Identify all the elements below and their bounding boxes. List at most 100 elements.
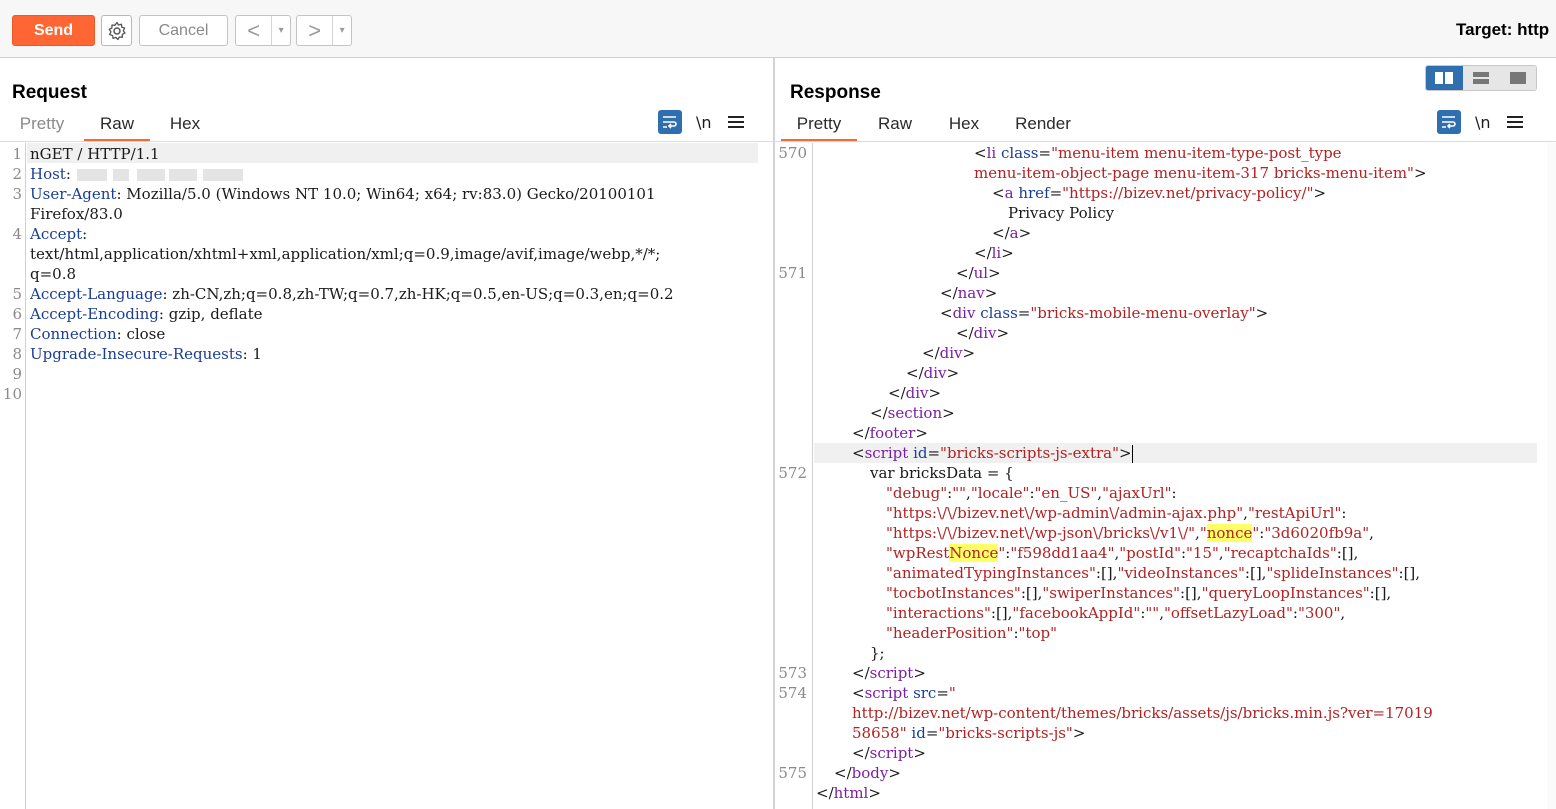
response-line: </html>	[816, 784, 881, 802]
rows-icon	[1473, 72, 1489, 84]
forward-nav-group: > ▾	[296, 15, 352, 46]
request-tab-pretty[interactable]: Pretty	[0, 114, 84, 141]
chevron-down-icon: ▾	[339, 25, 345, 36]
response-line: menu-item-object-page menu-item-317 bric…	[974, 164, 1427, 182]
header-name: Accept	[30, 225, 83, 243]
settings-button[interactable]	[101, 15, 132, 46]
target-label[interactable]: Target: http	[1456, 20, 1549, 40]
word-wrap-icon[interactable]	[1437, 110, 1461, 134]
divider	[775, 141, 1556, 142]
redacted-block	[76, 169, 107, 181]
redacted-block	[112, 169, 129, 181]
layout-stacked-button[interactable]	[1462, 66, 1500, 90]
response-title: Response	[790, 82, 881, 103]
header-name: Connection	[30, 325, 117, 343]
menu-icon[interactable]	[727, 116, 744, 128]
response-line: var bricksData = {	[870, 464, 1014, 482]
layout-tabbed-button[interactable]	[1499, 66, 1536, 90]
request-line: q=0.8	[30, 265, 77, 283]
response-line: "tocbotInstances":[],"swiperInstances":[…	[886, 584, 1392, 602]
response-tab-hex[interactable]: Hex	[933, 114, 995, 141]
line-number: 2	[12, 165, 22, 183]
request-editor[interactable]: 1 nGET / HTTP/1.1 2 Host: 3 User-Agent: Mozil…	[0, 143, 773, 809]
send-button[interactable]: Send	[12, 15, 95, 46]
request-tab-raw[interactable]: Raw	[84, 114, 150, 141]
request-view-controls: \n	[658, 110, 744, 134]
response-line: <div class="bricks-mobile-menu-overlay">	[940, 304, 1269, 322]
request-line: Accept-Language: zh-CN,zh;q=0.8,zh-TW;q=…	[30, 285, 674, 303]
menu-icon[interactable]	[1506, 116, 1523, 128]
line-number: 572	[778, 464, 807, 482]
line-number: 1	[12, 145, 22, 163]
response-line: </div>	[888, 384, 942, 402]
response-line: </script>	[852, 744, 926, 762]
response-line: "animatedTypingInstances":[],"videoInsta…	[886, 564, 1421, 582]
request-title: Request	[12, 82, 87, 103]
show-newlines-toggle[interactable]: \n	[696, 113, 712, 132]
response-line: </nav>	[940, 284, 998, 302]
response-line: </div>	[906, 364, 960, 382]
request-pane: Request Pretty Raw Hex \n 1 nGET / HTTP/1…	[0, 58, 773, 809]
request-tab-hex[interactable]: Hex	[150, 114, 220, 141]
header-value: zh-CN,zh;q=0.8,zh-TW;q=0.7,zh-HK;q=0.5,e…	[167, 285, 674, 303]
line-number: 5	[12, 285, 22, 303]
header-name: Accept-Language	[30, 285, 163, 303]
response-line: </div>	[922, 344, 976, 362]
line-number: 570	[778, 144, 807, 162]
line-number: 571	[778, 264, 807, 282]
line-number: 8	[12, 345, 22, 363]
response-tab-pretty[interactable]: Pretty	[781, 114, 857, 141]
response-line: </script>	[852, 664, 926, 682]
response-tab-raw[interactable]: Raw	[857, 114, 933, 141]
layout-side-by-side-button[interactable]	[1426, 66, 1463, 90]
gear-icon	[108, 21, 126, 40]
forward-history-dropdown[interactable]: ▾	[332, 16, 351, 45]
request-tabs: Pretty Raw Hex	[0, 114, 220, 141]
response-line: };	[870, 644, 885, 662]
response-line: "wpRestNonce":"f598dd1aa4","postId":"15"…	[886, 544, 1359, 562]
request-line: Accept:	[30, 225, 88, 243]
columns-icon	[1435, 72, 1454, 84]
response-tabs: Pretty Raw Hex Render	[781, 114, 1091, 141]
response-line: </ul>	[956, 264, 1001, 282]
response-line: <script src="	[852, 684, 956, 702]
response-line: <a href="https://bizev.net/privacy-polic…	[992, 184, 1327, 202]
response-line: </footer>	[852, 424, 928, 442]
response-line: <script id="bricks-scripts-js-extra">	[852, 444, 1133, 463]
header-value: gzip, deflate	[163, 305, 263, 323]
response-line: </a>	[992, 224, 1032, 242]
response-line: </section>	[870, 404, 955, 422]
line-number: 575	[778, 764, 807, 782]
chevron-down-icon: ▾	[278, 25, 284, 36]
header-name: Host	[30, 165, 66, 183]
response-tab-render[interactable]: Render	[995, 114, 1091, 141]
show-newlines-toggle[interactable]: \n	[1475, 113, 1491, 132]
line-number: 574	[778, 684, 807, 702]
response-line: "headerPosition":"top"	[886, 624, 1057, 642]
back-button[interactable]: <	[236, 16, 271, 45]
line-number: 6	[12, 305, 22, 323]
response-line: http://bizev.net/wp-content/themes/brick…	[852, 704, 1433, 722]
header-value: Mozilla/5.0 (Windows NT 10.0; Win64; x64…	[121, 185, 656, 203]
line-number: 9	[12, 365, 22, 383]
line-number: 3	[12, 185, 22, 203]
chevron-left-icon: <	[247, 17, 261, 43]
response-line: </li>	[974, 244, 1014, 262]
cancel-button[interactable]: Cancel	[139, 15, 228, 46]
scrollbar[interactable]	[1547, 143, 1556, 809]
chevron-right-icon: >	[308, 17, 322, 43]
forward-button[interactable]: >	[297, 16, 332, 45]
request-line: Upgrade-Insecure-Requests: 1	[30, 345, 262, 363]
request-line: User-Agent: Mozilla/5.0 (Windows NT 10.0…	[30, 185, 656, 203]
response-editor[interactable]: 570 <li class="menu-item menu-item-type-p…	[775, 143, 1556, 809]
redacted-block	[202, 169, 243, 181]
line-number: 573	[778, 664, 807, 682]
back-history-dropdown[interactable]: ▾	[271, 16, 290, 45]
header-name: Accept-Encoding	[30, 305, 159, 323]
response-view-controls: \n	[1437, 110, 1523, 134]
request-line: Host:	[30, 164, 243, 184]
word-wrap-icon[interactable]	[658, 110, 682, 134]
request-line: nGET / HTTP/1.1	[30, 145, 160, 163]
response-line: "https:\/\/bizev.net\/wp-admin\/admin-aj…	[886, 504, 1347, 522]
request-line: Firefox/83.0	[30, 205, 123, 223]
